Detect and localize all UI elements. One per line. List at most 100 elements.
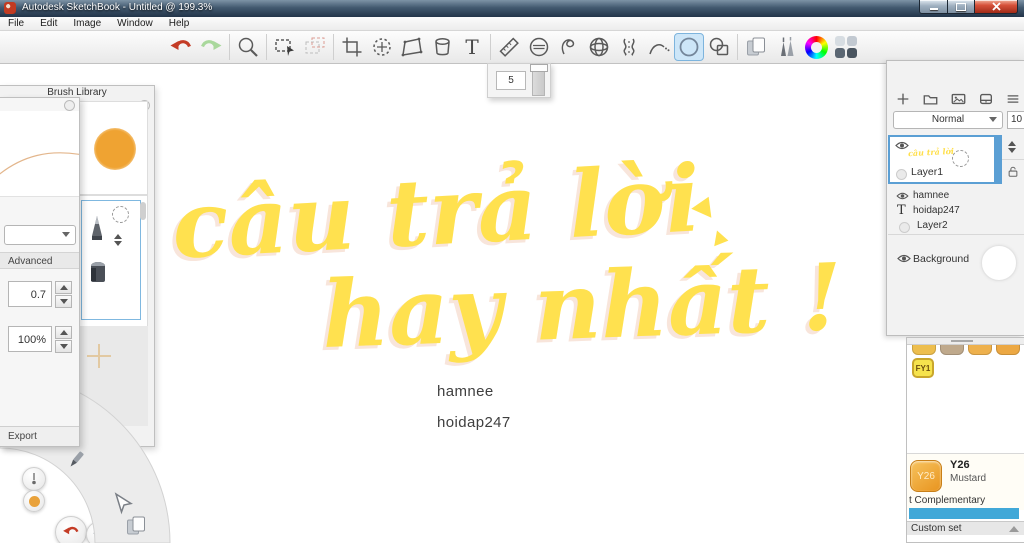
select-tool-button[interactable] — [270, 33, 300, 61]
export-button[interactable]: Export — [0, 426, 79, 446]
steady-stroke-icon — [649, 44, 670, 55]
lagoon-layers-icon[interactable] — [124, 514, 148, 538]
symmetry-button[interactable] — [614, 33, 644, 61]
layer-row-layer1[interactable]: câu trả lời Layer1 — [888, 135, 996, 184]
shapes-tool-button[interactable] — [704, 33, 734, 61]
text-icon: T — [465, 35, 479, 59]
layer-folder-icon[interactable] — [922, 91, 939, 107]
maximize-button[interactable] — [948, 0, 975, 14]
complementary-label[interactable]: t Complementary — [909, 495, 985, 506]
layer1-thumbnail-lettering: câu trả lời — [907, 145, 955, 159]
brush-dab-icon — [94, 128, 136, 170]
panel-resize-handle[interactable] — [907, 338, 1024, 345]
menu-item-edit[interactable]: Edit — [32, 17, 65, 30]
brush-size-slider[interactable] — [530, 64, 548, 96]
undo-icon — [170, 40, 191, 50]
layer-spinner-icon[interactable] — [1008, 141, 1016, 153]
layer-row-background[interactable]: Background — [888, 239, 1024, 287]
canvas-credit-hamnee: hamnee — [437, 383, 494, 400]
close-button[interactable] — [975, 0, 1018, 14]
advanced-section-header[interactable]: Advanced — [0, 252, 79, 269]
layer-name: Layer1 — [911, 166, 944, 178]
color-swatch[interactable] — [912, 345, 936, 355]
lagoon-cursor-icon[interactable] — [111, 491, 135, 515]
brush-palette-button[interactable] — [771, 33, 801, 61]
eye-icon[interactable] — [897, 254, 911, 263]
distort-icon — [401, 37, 423, 57]
layer-name: Background — [913, 253, 970, 265]
size-step-up-button[interactable] — [55, 326, 72, 339]
brush-type-dropdown[interactable] — [4, 225, 76, 245]
text-tool-button[interactable]: T — [457, 33, 487, 61]
redo-button[interactable] — [196, 33, 226, 61]
rotation-value-field[interactable]: 0.7 — [8, 281, 52, 307]
french-curve-icon — [561, 39, 575, 55]
color-swatch[interactable] — [940, 345, 964, 355]
brush-size-slider-handle[interactable] — [530, 64, 548, 72]
paint-bucket-icon — [435, 37, 450, 56]
deselect-tool-button[interactable] — [300, 33, 330, 61]
french-curve-button[interactable] — [554, 33, 584, 61]
shapes-icon — [709, 37, 729, 56]
layers-panel: Normal 10 câu trả lời Layer1 hamnee T ho… — [886, 60, 1024, 336]
color-wheel-button[interactable] — [801, 33, 831, 61]
layer-row-hoidap247[interactable]: T hoidap247 — [888, 203, 1010, 219]
layer-copy-button[interactable] — [741, 33, 771, 61]
custom-set-label: Custom set — [911, 523, 962, 534]
color-swatch[interactable] — [996, 345, 1020, 355]
move-selection-icon — [373, 38, 391, 56]
selected-color-swatch[interactable]: Y26 — [910, 460, 942, 492]
swatch-panel-button[interactable] — [831, 33, 861, 61]
chevron-down-icon — [62, 232, 70, 237]
layer-row-hamnee[interactable]: hamnee — [888, 189, 1010, 204]
ellipse-guide-icon — [529, 37, 549, 57]
marker-brush-icon[interactable] — [87, 258, 109, 284]
deselect-icon — [305, 37, 325, 54]
size-step-down-button[interactable] — [55, 340, 72, 353]
custom-set-bar[interactable]: Custom set — [907, 521, 1024, 535]
brush-list-scrollbar[interactable] — [140, 202, 146, 220]
pen-brush-icon[interactable] — [88, 214, 106, 246]
menu-item-image[interactable]: Image — [65, 17, 109, 30]
lagoon-brush-icon[interactable] — [64, 448, 88, 472]
layer-row-layer2[interactable]: Layer2 — [888, 219, 1010, 234]
zoom-tool-button[interactable] — [233, 33, 263, 61]
steady-stroke-button[interactable] — [644, 33, 674, 61]
fill-tool-button[interactable] — [427, 33, 457, 61]
dashed-brush-icon[interactable] — [112, 206, 129, 223]
ruler-tool-button[interactable] — [494, 33, 524, 61]
text-layer-icon: T — [897, 203, 906, 218]
background-color-thumbnail[interactable] — [981, 245, 1017, 281]
brush-properties-close-button[interactable] — [64, 100, 75, 111]
color-swatch[interactable] — [968, 345, 992, 355]
transform-tool-button[interactable] — [367, 33, 397, 61]
menu-item-file[interactable]: File — [0, 17, 32, 30]
layer-opacity-field[interactable]: 10 — [1007, 111, 1024, 129]
ellipse-guide-button[interactable] — [524, 33, 554, 61]
eye-icon[interactable] — [896, 192, 909, 200]
layer-stack-icon[interactable] — [978, 91, 994, 107]
rotation-step-down-button[interactable] — [55, 295, 72, 308]
swatch-fy1[interactable]: FY1 — [912, 358, 934, 378]
minimize-button[interactable] — [919, 0, 948, 14]
perspective-button[interactable] — [584, 33, 614, 61]
ellipse-tool-button-active[interactable] — [674, 33, 704, 61]
brush-palette-icon — [781, 37, 794, 56]
color-wheel-icon — [804, 35, 828, 59]
distort-tool-button[interactable] — [397, 33, 427, 61]
menu-item-window[interactable]: Window — [109, 17, 161, 30]
size-value-field[interactable]: 100% — [8, 326, 52, 352]
brush-size-value[interactable]: 5 — [496, 71, 526, 90]
add-layer-icon[interactable] — [895, 91, 911, 107]
unlock-icon[interactable] — [1007, 165, 1019, 178]
rotation-step-up-button[interactable] — [55, 281, 72, 294]
layer-menu-icon[interactable] — [1005, 91, 1021, 107]
undo-button[interactable] — [166, 33, 196, 61]
brush-dab-preview — [79, 101, 148, 195]
crop-tool-button[interactable] — [337, 33, 367, 61]
import-image-icon[interactable] — [950, 91, 967, 107]
blend-mode-dropdown[interactable]: Normal — [893, 111, 1003, 129]
menu-item-help[interactable]: Help — [161, 17, 198, 30]
brush-spinner-icon[interactable] — [114, 234, 122, 246]
complementary-color-bar[interactable] — [909, 508, 1019, 519]
